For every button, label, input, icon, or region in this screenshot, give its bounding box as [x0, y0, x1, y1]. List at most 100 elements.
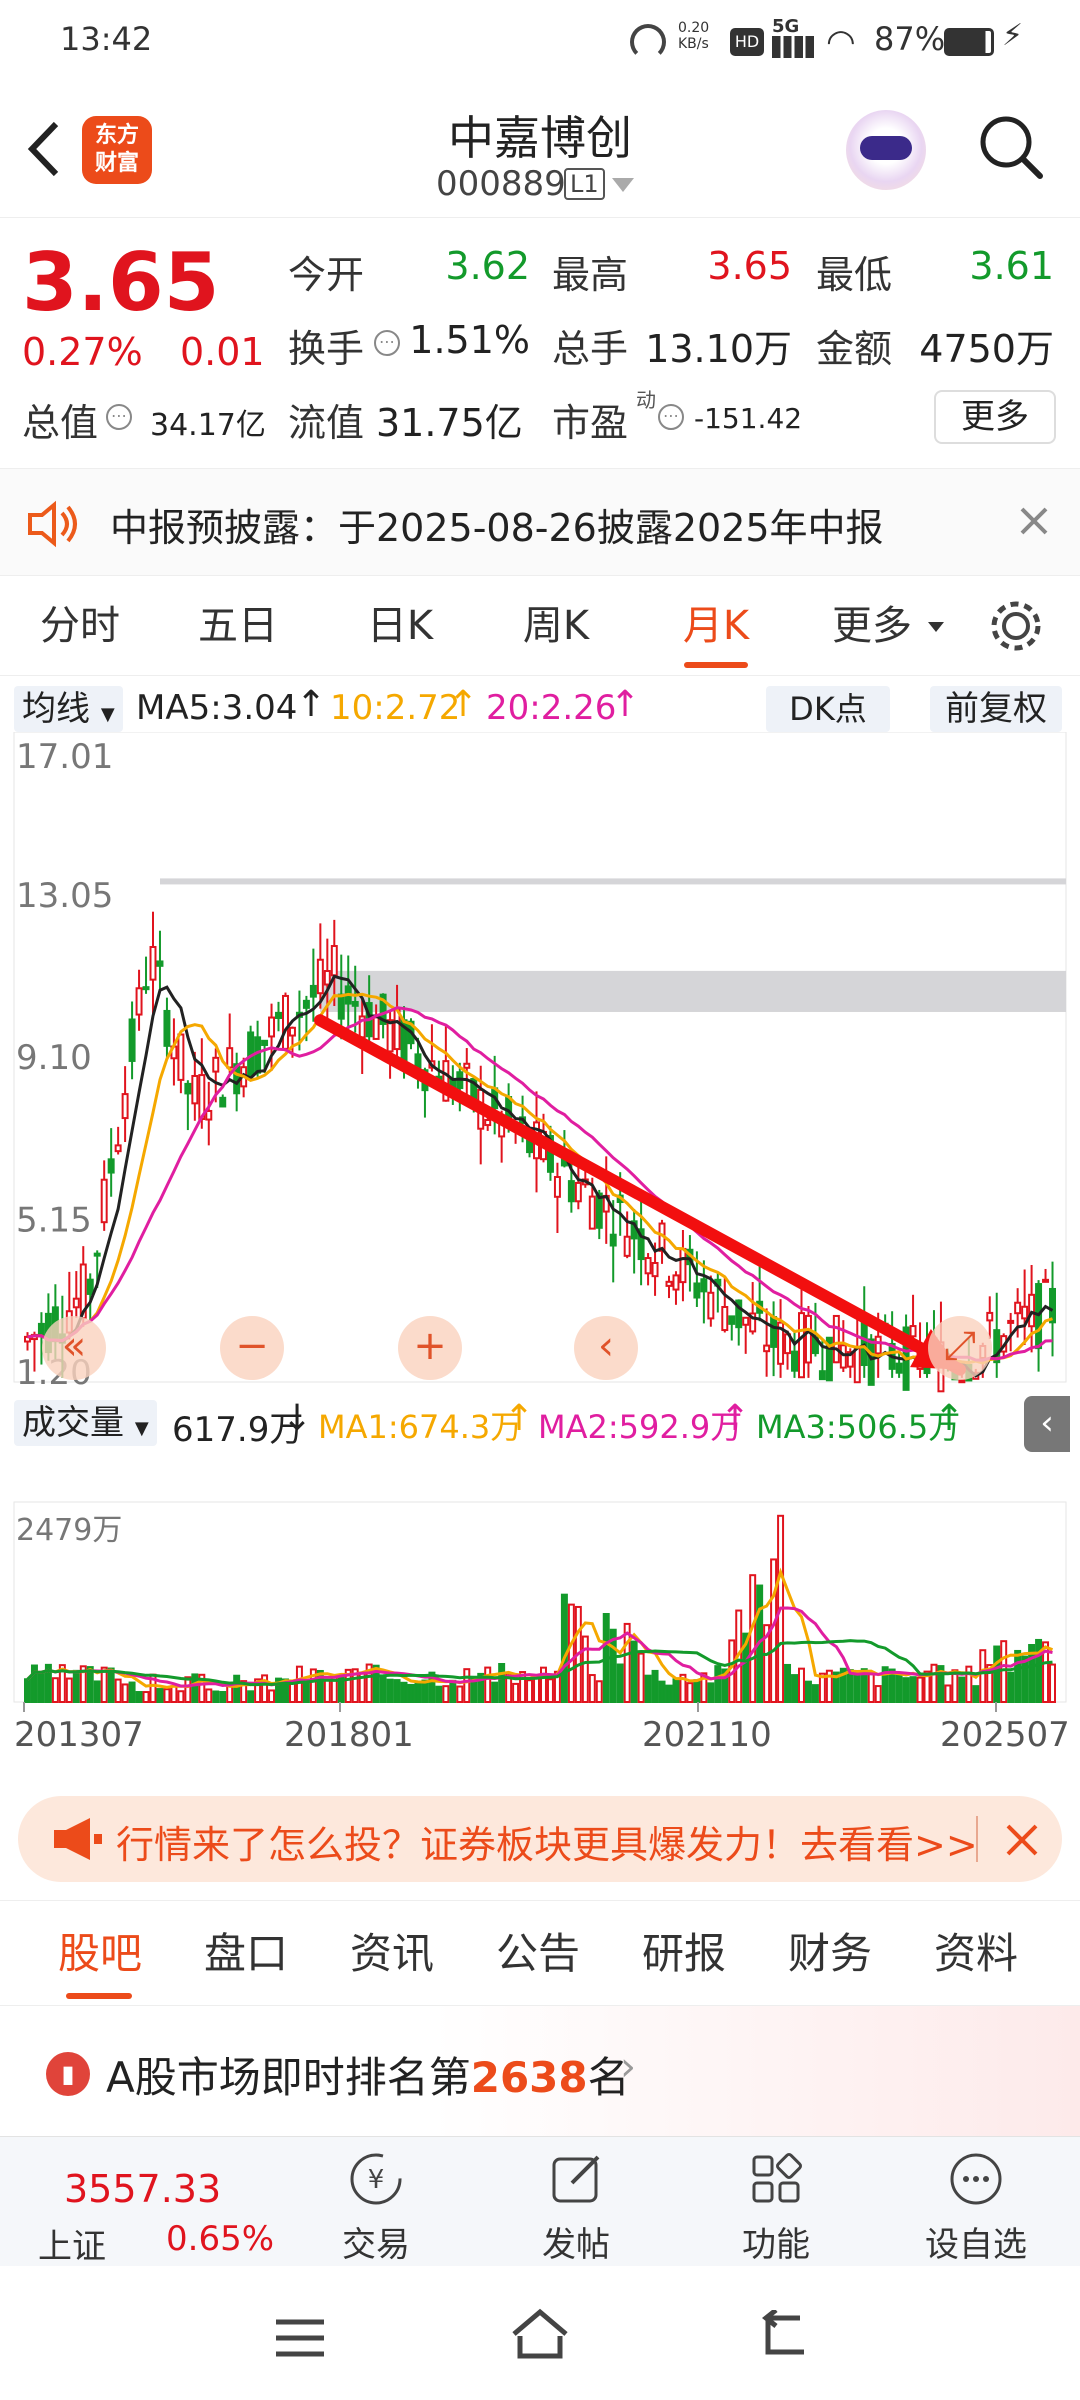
volume-bar — [749, 1574, 757, 1704]
candle-body — [651, 1261, 659, 1278]
candle-body — [909, 1325, 917, 1338]
collapse-panel-button[interactable]: ‹ — [1024, 1396, 1070, 1452]
indicator-select-label: 成交量 — [22, 1403, 124, 1443]
clock: 13:42 — [60, 20, 153, 58]
tab-news[interactable]: 资讯 — [332, 1901, 452, 2007]
float-cap-label: 流值 — [288, 401, 365, 445]
ranking-row[interactable]: ▮ A股市场即时排名第2638名 › — [0, 2006, 1080, 2136]
candle-body — [791, 1350, 799, 1372]
volume-bar — [170, 1685, 178, 1704]
volume-bar — [595, 1680, 603, 1704]
notice-bar[interactable]: 中报预披露：于2025-08-26披露2025年中报 — [0, 468, 1080, 576]
tab-week-k[interactable]: 周K — [496, 576, 616, 676]
menu-icon[interactable] — [272, 2316, 328, 2360]
back-icon[interactable] — [752, 2310, 812, 2360]
tab-announcements[interactable]: 公告 — [478, 1901, 598, 2007]
volume-bar — [1021, 1655, 1029, 1704]
trend-arrow-line — [314, 1014, 966, 1376]
zoom-out-button[interactable]: − — [220, 1316, 284, 1380]
tab-day-k[interactable]: 日K — [340, 576, 460, 676]
indicator-select[interactable]: 成交量 ▼ — [14, 1400, 157, 1446]
tab-more[interactable]: 更多 — [822, 576, 922, 676]
candle-body — [986, 1311, 994, 1322]
tab-month-k[interactable]: 月K — [656, 576, 776, 676]
trade-button[interactable]: ¥ 交易 — [276, 2137, 476, 2267]
volume-bar — [393, 1679, 401, 1703]
turnover-label: 换手 — [288, 327, 365, 371]
tab-guba[interactable]: 股吧 — [40, 1901, 160, 2007]
hd-icon: HD — [730, 28, 764, 56]
tab-research[interactable]: 研报 — [624, 1901, 744, 2007]
speaker-icon — [28, 500, 77, 548]
robot-assistant-icon[interactable] — [846, 110, 926, 190]
volume-bar — [916, 1676, 924, 1704]
fullscreen-button[interactable]: ⤢ — [928, 1316, 992, 1380]
candle-body — [1028, 1293, 1036, 1328]
scroll-left-button[interactable]: ‹ — [574, 1316, 638, 1380]
functions-button[interactable]: 功能 — [676, 2137, 876, 2267]
ma-select[interactable]: 均线 ▼ — [14, 686, 123, 732]
candle-body — [177, 1033, 185, 1081]
candle-body — [72, 1297, 80, 1309]
change-amount: 0.01 — [180, 330, 265, 374]
adjust-price-button[interactable]: 前复权 — [930, 686, 1062, 732]
volume-bar — [651, 1669, 659, 1703]
resistance-band — [320, 970, 1066, 1012]
add-watchlist-button[interactable]: 设自选 — [876, 2137, 1076, 2267]
more-dots-icon — [950, 2153, 1002, 2205]
volume-bar — [526, 1679, 534, 1704]
candle-body — [665, 1280, 673, 1287]
tab-pankou[interactable]: 盘口 — [186, 1901, 306, 2007]
pe-dynamic-mark: 动 — [636, 388, 656, 412]
home-icon[interactable] — [508, 2306, 572, 2362]
change-percent: 0.27% — [22, 330, 143, 374]
volume-bar — [386, 1678, 394, 1703]
candlestick-chart[interactable]: 17.0113.059.105.151.202479万2013072018012… — [0, 732, 1080, 1846]
index-ticker[interactable]: 3557.33 上证 0.65% — [0, 2137, 290, 2267]
zoom-in-button[interactable]: + — [398, 1316, 462, 1380]
tab-five-day[interactable]: 五日 — [178, 576, 298, 676]
gear-icon[interactable] — [988, 598, 1044, 654]
tab-finance[interactable]: 财务 — [770, 1901, 890, 2007]
candle-body — [268, 1016, 276, 1038]
volume-bar — [421, 1679, 429, 1703]
k-line-chart-area: 均线 ▼ MA5:3.04 ↑ 10:2.72 ↑ 20:2.26 ↑ DK点 … — [0, 676, 1080, 1770]
volume-bar — [1035, 1638, 1043, 1704]
scroll-start-button[interactable]: « — [42, 1316, 106, 1380]
index-value: 3557.33 — [64, 2167, 222, 2211]
post-button[interactable]: 发帖 — [476, 2137, 676, 2267]
turnover-value: 1.51% — [409, 318, 530, 362]
post-label: 发帖 — [542, 2225, 610, 2265]
volume-bar — [658, 1680, 666, 1703]
volume-bar — [560, 1593, 568, 1703]
tab-intraday[interactable]: 分时 — [20, 576, 140, 676]
volume-bar — [128, 1681, 136, 1703]
candle-body — [323, 970, 331, 986]
info-icon[interactable]: ⋯ — [658, 404, 684, 430]
promo-banner[interactable]: 行情来了怎么投？证券板块更具爆发力！去看看>> — [18, 1796, 1062, 1882]
low-label: 最低 — [816, 253, 893, 297]
close-icon[interactable] — [1004, 1822, 1040, 1858]
search-button[interactable] — [976, 112, 1048, 184]
volume-bar — [993, 1645, 1001, 1703]
candle-body — [107, 1158, 115, 1174]
info-icon[interactable]: ⋯ — [106, 404, 132, 430]
volume-bar — [498, 1663, 506, 1703]
volume-bar — [874, 1685, 882, 1703]
tab-profile[interactable]: 资料 — [916, 1901, 1036, 2007]
add-watchlist-label: 设自选 — [925, 2225, 1027, 2265]
candle-body — [337, 993, 345, 1020]
volume-bar — [567, 1603, 575, 1704]
volume-bar — [142, 1691, 150, 1703]
candle-body — [874, 1335, 882, 1355]
level-badge[interactable]: L1 — [564, 168, 605, 200]
info-icon[interactable]: ⋯ — [374, 330, 400, 356]
candle-body — [37, 1322, 45, 1337]
volume-bar — [470, 1678, 478, 1704]
arrow-up-icon: ↑ — [720, 1398, 751, 1439]
dk-point-button[interactable]: DK点 — [766, 686, 890, 732]
close-icon[interactable] — [1018, 505, 1050, 537]
more-button[interactable]: 更多 — [934, 390, 1056, 444]
dropdown-triangle-icon[interactable] — [612, 178, 634, 192]
candle-body — [763, 1344, 771, 1353]
